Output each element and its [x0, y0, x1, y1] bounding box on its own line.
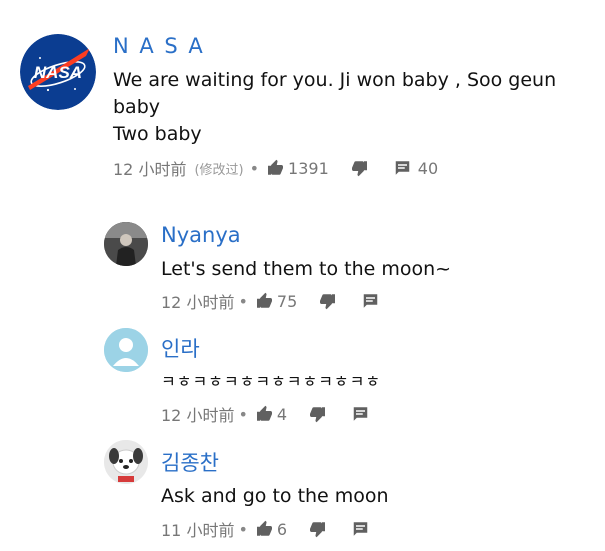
comment-author[interactable]: N A S A — [113, 34, 205, 58]
reply-icon[interactable] — [351, 520, 370, 538]
avatar[interactable] — [104, 440, 148, 484]
reply-count: 40 — [417, 158, 439, 178]
like-count: 75 — [276, 291, 298, 311]
comment-meta: 11 小时前 • 6 — [161, 517, 373, 541]
comment-time: 12 小时前 — [161, 406, 235, 425]
like-icon[interactable] — [255, 292, 274, 310]
dislike-icon[interactable] — [318, 292, 337, 310]
edited-label: (修改过) — [194, 162, 244, 178]
puppy-avatar-icon — [104, 440, 148, 484]
nasa-logo: NASA — [20, 34, 96, 110]
comment-nasa: NASA N A S A We are waiting for you. Ji … — [0, 0, 605, 200]
avatar[interactable] — [104, 328, 148, 372]
nasa-logo-text: NASA — [34, 63, 82, 82]
comment-text: Ask and go to the moon — [161, 485, 389, 507]
comment-text: ㅋㅎㅋㅎㅋㅎㅋㅎㅋㅎㅋㅎㅋㅎ — [161, 372, 382, 391]
like-count: 6 — [276, 519, 288, 539]
nasa-avatar[interactable]: NASA — [20, 34, 96, 110]
reply-nyanya: Nyanya Let's send them to the moon~ 12 小… — [0, 210, 605, 320]
reply-inra: 인라 ㅋㅎㅋㅎㅋㅎㅋㅎㅋㅎㅋㅎㅋㅎ 12 小时前 • 4 — [0, 320, 605, 430]
default-avatar-icon — [104, 328, 148, 372]
dislike-icon[interactable] — [308, 405, 327, 423]
comment-author[interactable]: 인라 — [161, 333, 200, 363]
comment-time: 12 小时前 — [161, 293, 235, 312]
comment-time: 12 小时前 — [113, 160, 187, 179]
reply-kimjongchan: 김종찬 Ask and go to the moon 11 小时前 • 6 — [0, 430, 605, 551]
dislike-icon[interactable] — [350, 159, 369, 177]
comment-text-line: We are waiting for you. Ji won baby , So… — [113, 69, 557, 91]
like-icon[interactable] — [266, 159, 285, 177]
like-count: 1391 — [288, 158, 329, 178]
avatar[interactable] — [104, 222, 148, 266]
like-icon[interactable] — [255, 405, 274, 423]
comment-author[interactable]: Nyanya — [161, 223, 241, 247]
like-count: 4 — [276, 404, 288, 424]
reply-icon[interactable] — [351, 405, 370, 423]
comment-meta: 12 小时前 • 4 — [161, 402, 373, 426]
comment-text-line: baby — [113, 96, 161, 118]
reply-icon[interactable] — [361, 292, 380, 310]
like-icon[interactable] — [255, 520, 274, 538]
user-photo-icon — [104, 222, 148, 266]
dislike-icon[interactable] — [308, 520, 327, 538]
comment-text: Let's send them to the moon~ — [161, 258, 452, 280]
comment-time: 11 小时前 — [161, 521, 235, 540]
comment-text-line: Two baby — [113, 123, 202, 145]
comment-meta: 12 小时前 • 75 — [161, 289, 383, 313]
comment-author[interactable]: 김종찬 — [161, 447, 219, 477]
comment-meta: 12 小时前 (修改过) • 1391 40 — [113, 156, 438, 180]
reply-icon[interactable] — [393, 159, 412, 177]
